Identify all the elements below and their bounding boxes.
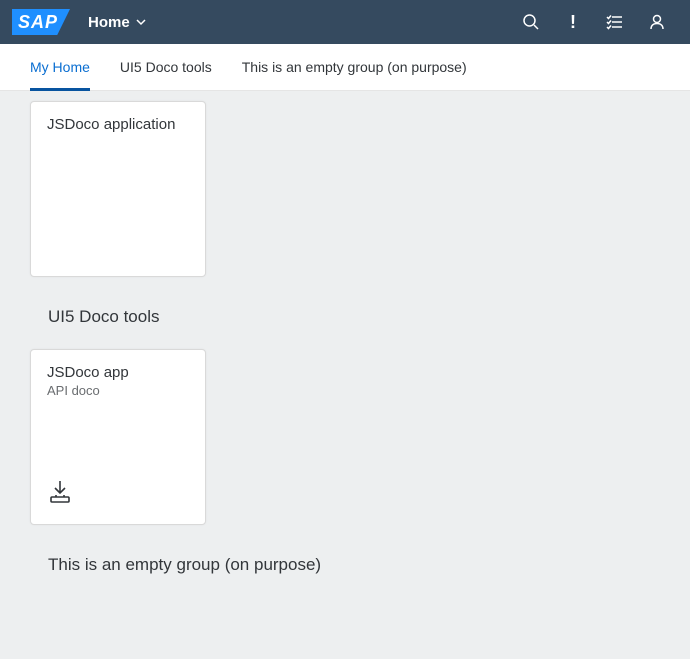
shell-title-dropdown[interactable]: Home <box>88 14 146 31</box>
tile-jsdoco-app[interactable]: JSDoco app API doco <box>30 349 206 525</box>
tile-jsdoco-application[interactable]: JSDoco application <box>30 101 206 277</box>
tasks-icon[interactable] <box>606 13 624 31</box>
anchor-my-home[interactable]: My Home <box>30 44 90 91</box>
header-icons: ! <box>522 13 678 31</box>
search-icon[interactable] <box>522 13 540 31</box>
sap-logo[interactable]: SAP <box>12 9 70 35</box>
anchor-label: UI5 Doco tools <box>120 59 212 75</box>
tile-title: JSDoco application <box>47 116 189 133</box>
shell-header: SAP Home ! <box>0 0 690 44</box>
content-area: JSDoco application UI5 Doco tools JSDoco… <box>0 91 690 659</box>
anchor-bar: My Home UI5 Doco tools This is an empty … <box>0 44 690 91</box>
tile-title: JSDoco app <box>47 364 189 381</box>
user-icon[interactable] <box>648 13 666 31</box>
download-icon <box>47 479 189 510</box>
tile-subtitle: API doco <box>47 383 189 398</box>
anchor-label: This is an empty group (on purpose) <box>242 59 467 75</box>
shell-title-label: Home <box>88 14 130 31</box>
group-title-empty-group: This is an empty group (on purpose) <box>48 555 660 575</box>
anchor-label: My Home <box>30 59 90 75</box>
anchor-ui5-doco-tools[interactable]: UI5 Doco tools <box>120 44 212 91</box>
anchor-empty-group[interactable]: This is an empty group (on purpose) <box>242 44 467 91</box>
notification-icon[interactable]: ! <box>564 13 582 31</box>
chevron-down-icon <box>136 14 146 31</box>
group-title-ui5-doco-tools: UI5 Doco tools <box>48 307 660 327</box>
